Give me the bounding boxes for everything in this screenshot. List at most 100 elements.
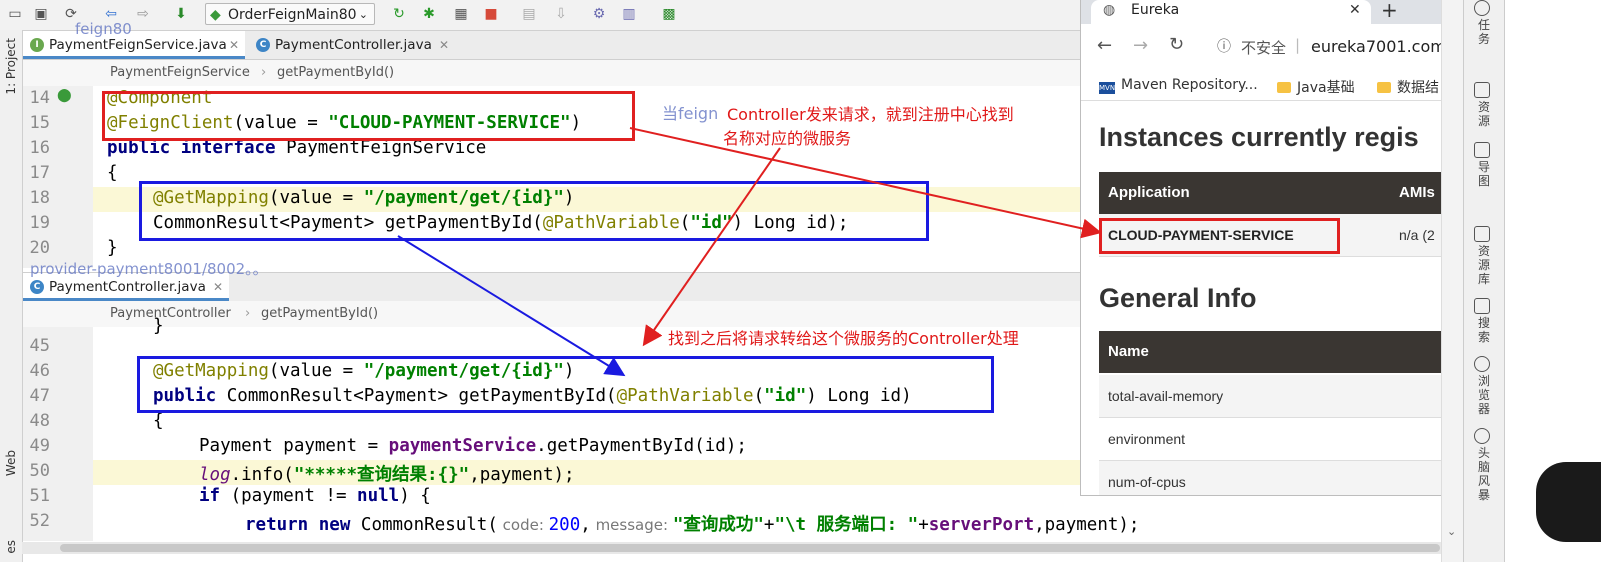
mindmap-icon[interactable]: [1474, 142, 1490, 158]
web-tool-button[interactable]: Web: [4, 450, 18, 476]
code-line-50: log.info("*****查询结果:{}",payment);: [199, 465, 575, 485]
new-tab-icon[interactable]: +: [1381, 0, 1398, 22]
breadcrumb-item[interactable]: PaymentFeignService: [110, 65, 250, 80]
folder-icon: [1377, 82, 1391, 93]
line-number: 18: [29, 188, 50, 208]
browser-scrollbar[interactable]: ⌄: [1441, 0, 1464, 562]
chevron-down-icon[interactable]: ⌄: [1447, 525, 1456, 538]
horizontal-scrollbar-thumb[interactable]: [60, 544, 1440, 552]
line-number: 14: [29, 88, 50, 108]
project-tool-button[interactable]: 1: Project: [4, 38, 18, 95]
task-icon[interactable]: [1474, 0, 1490, 16]
vcs-icon[interactable]: ▤: [520, 5, 538, 23]
info-icon[interactable]: ⓘ: [1217, 36, 1231, 56]
save-icon[interactable]: ▣: [32, 5, 50, 23]
breadcrumb-item[interactable]: getPaymentById(): [277, 65, 394, 80]
line-number: 16: [29, 138, 50, 158]
annotation-note: 找到之后将请求转给这个微服务的Controller处理: [668, 329, 1019, 348]
folder-icon: [1277, 82, 1291, 93]
tab-label: PaymentController.java: [49, 279, 206, 295]
chevron-right-icon: ›: [261, 65, 267, 80]
separator: |: [1295, 36, 1301, 54]
forward-icon[interactable]: ⇨: [134, 5, 152, 23]
brainstorm-icon[interactable]: [1474, 428, 1490, 444]
close-icon[interactable]: ✕: [229, 31, 239, 59]
resource-icon[interactable]: [1474, 82, 1490, 98]
rerun-icon[interactable]: ↻: [390, 5, 408, 23]
code-line-49: Payment payment = paymentService.getPaym…: [199, 436, 747, 456]
tab-payment-controller[interactable]: C PaymentController.java ✕: [249, 31, 455, 59]
annotation-note: 名称对应的微服务: [723, 129, 852, 148]
implementation-gutter-icon[interactable]: ⬤: [57, 88, 72, 103]
amis-value: n/a (2: [1399, 227, 1435, 243]
ide-toolbar: ▭ ▣ ⟳ ⇦ ⇨ ⬇ ◆ OrderFeignMain80 ⌄ ↻ ✱ ▦ ■…: [0, 0, 1090, 31]
run-configuration-select[interactable]: ◆ OrderFeignMain80 ⌄: [205, 3, 375, 25]
annotation-red-box-service: [1099, 218, 1340, 254]
breadcrumb-bottom: PaymentController › getPaymentById(): [23, 301, 1080, 327]
close-icon[interactable]: ✕: [439, 31, 449, 59]
strip-label[interactable]: 浏览器: [1476, 374, 1492, 416]
run-config-icon: ◆: [210, 7, 221, 23]
close-icon[interactable]: ✕: [1349, 1, 1361, 19]
library-icon[interactable]: [1474, 226, 1490, 242]
annotation-blue-box-controller-method: [137, 356, 994, 413]
back-arrow-icon[interactable]: ←: [1097, 35, 1112, 56]
floating-widget[interactable]: [1536, 462, 1601, 542]
debug-icon[interactable]: ✱: [420, 5, 438, 23]
browser-tabstrip: ◍ Eureka ✕ +: [1081, 0, 1441, 24]
info-name: total-avail-memory: [1108, 388, 1224, 404]
forward-arrow-icon[interactable]: →: [1133, 35, 1148, 56]
line-number: 52: [29, 511, 50, 531]
chevron-right-icon: ›: [245, 306, 251, 321]
line-number: 15: [29, 113, 50, 133]
plugin-icon[interactable]: ▩: [660, 5, 678, 23]
strip-label[interactable]: 资源库: [1476, 244, 1492, 286]
settings-icon[interactable]: ⚙: [590, 5, 608, 23]
strip-label[interactable]: 头脑风暴: [1476, 446, 1492, 502]
breadcrumb-item[interactable]: getPaymentById(): [261, 306, 378, 321]
strip-label[interactable]: 导图: [1476, 160, 1492, 188]
strip-label[interactable]: 任务: [1476, 18, 1492, 46]
stop-icon[interactable]: ■: [482, 5, 500, 23]
bookmark-maven[interactable]: MVN Maven Repository...: [1099, 77, 1258, 94]
folder-icon[interactable]: ▭: [6, 5, 24, 23]
breadcrumb: PaymentFeignService › getPaymentById(): [23, 60, 1080, 86]
bottom-tool-label[interactable]: es: [4, 540, 18, 554]
code-line-20: }: [107, 238, 118, 258]
search-icon[interactable]: [1474, 298, 1490, 314]
tab-payment-feign-service[interactable]: I PaymentFeignService.java ✕: [23, 31, 245, 59]
line-number: 45: [29, 336, 50, 356]
top-editor-tabbar: I PaymentFeignService.java ✕ C PaymentCo…: [23, 31, 1080, 60]
line-number: 17: [29, 163, 50, 183]
bottom-gutter: [23, 327, 93, 541]
structure-icon[interactable]: ▥: [620, 5, 638, 23]
code-line-48: {: [153, 411, 164, 431]
table-row: num-of-cpus: [1099, 461, 1441, 495]
url-text[interactable]: eureka7001.com: [1311, 37, 1441, 56]
strip-label[interactable]: 搜索: [1476, 316, 1492, 344]
bookmark-data[interactable]: 数据结: [1377, 77, 1439, 97]
line-number: 46: [29, 361, 50, 381]
tab-label: PaymentFeignService.java: [49, 37, 227, 53]
build-icon[interactable]: ⬇: [172, 5, 190, 23]
strip-label[interactable]: 资源: [1476, 100, 1492, 128]
browser-icon[interactable]: [1474, 356, 1490, 372]
line-number: 50: [29, 461, 50, 481]
annotation-red-box-feignclient: [102, 91, 635, 141]
breadcrumb-item[interactable]: PaymentController: [110, 306, 231, 321]
bookmark-java[interactable]: Java基础: [1277, 77, 1355, 97]
info-name: num-of-cpus: [1108, 474, 1186, 490]
browser-navbar: ← → ↻ ⓘ 不安全 | eureka7001.com: [1081, 24, 1441, 70]
line-number: 49: [29, 436, 50, 456]
reload-icon[interactable]: ↻: [1169, 34, 1184, 55]
column-header: Application: [1108, 184, 1190, 201]
code-line-52: return new CommonResult( code: 200, mess…: [245, 515, 1140, 535]
coverage-icon[interactable]: ▦: [452, 5, 470, 23]
browser-tab-eureka[interactable]: ◍ Eureka ✕: [1091, 0, 1371, 24]
update-icon[interactable]: ⇩: [552, 5, 570, 23]
table-row: environment: [1099, 418, 1441, 461]
class-icon: C: [256, 38, 270, 52]
bookmarks-bar: MVN Maven Repository... Java基础 数据结: [1081, 70, 1441, 101]
general-table-header: Name: [1099, 331, 1441, 373]
overlay-text: 当feign: [662, 104, 719, 123]
